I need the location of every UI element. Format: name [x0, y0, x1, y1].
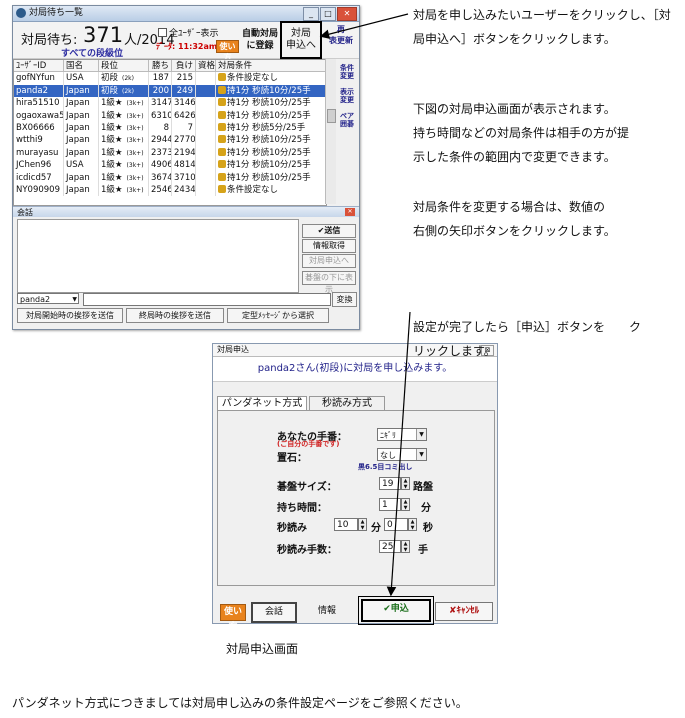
note-step1: 対局を申し込みたいユーザーをクリックし、［対 局申込へ］ボタンをクリックします。 — [413, 8, 671, 46]
note-step3: 対局条件を変更する場合は、数値の 右側の矢印ボタンをクリックします。 — [413, 200, 616, 238]
figure-caption: 対局申込画面 — [226, 642, 299, 656]
note-step4: 設定が完了したら［申込］ボタンを クリックします。 — [413, 320, 642, 358]
note-step2: 下図の対局申込画面が表示されます。 持ち時間などの対局条件は相手の方が提 示した条件… — [413, 102, 630, 164]
arrow-to-submit-button — [386, 311, 411, 597]
footer-note: パンダネット方式につきましては対局申し込みの条件設定ページをご参照ください。 — [12, 696, 468, 710]
arrow-to-request-button — [319, 13, 409, 39]
